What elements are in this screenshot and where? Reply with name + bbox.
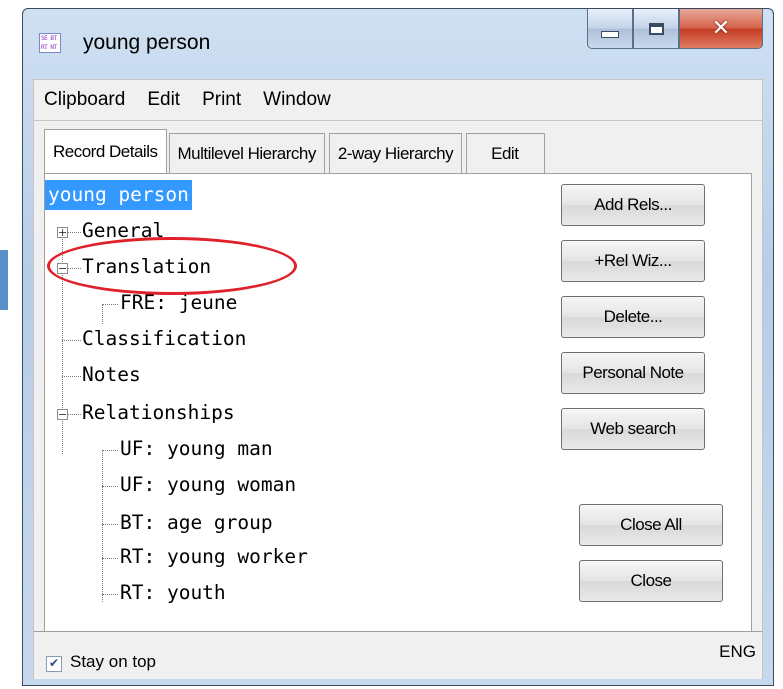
minimize-icon — [601, 31, 619, 38]
tree-node-relationship[interactable]: BT: age group — [120, 508, 273, 538]
tab-record-details[interactable]: Record Details — [44, 129, 167, 173]
collapse-icon[interactable]: − — [57, 409, 68, 420]
annotation-ellipse — [47, 237, 297, 295]
stay-on-top-checkbox[interactable]: ✔ — [46, 656, 62, 672]
tree-node-relationship[interactable]: UF: young woman — [120, 470, 296, 500]
tree-node-relationship[interactable]: UF: young man — [120, 434, 273, 464]
tree-connector — [102, 450, 118, 451]
tree-connector — [62, 340, 81, 341]
close-button[interactable]: Close — [579, 560, 723, 602]
menu-window[interactable]: Window — [263, 89, 331, 111]
tree-connector — [102, 524, 118, 525]
close-icon: ✕ — [711, 16, 731, 41]
tree-connector — [102, 486, 118, 487]
app-window: SE BT RT NT young person ✕ Clipboard Edi… — [22, 8, 774, 686]
tree-connector — [62, 376, 81, 377]
tree-root-node[interactable]: young person — [45, 180, 192, 210]
rel-wiz-button[interactable]: +Rel Wiz... — [561, 240, 705, 282]
tab-edit[interactable]: Edit — [466, 133, 546, 173]
add-rels-button[interactable]: Add Rels... — [561, 184, 705, 226]
tree-node-relationships[interactable]: Relationships — [82, 398, 235, 428]
tab-strip: Record Details Multilevel Hierarchy 2-wa… — [44, 129, 549, 173]
minimize-button[interactable] — [587, 9, 633, 49]
tree-connector — [102, 450, 103, 602]
app-icon: SE BT RT NT — [39, 33, 61, 53]
desktop-background-strip — [0, 250, 8, 310]
menu-edit[interactable]: Edit — [147, 89, 180, 111]
maximize-button[interactable] — [633, 9, 679, 49]
delete-button[interactable]: Delete... — [561, 296, 705, 338]
menu-print[interactable]: Print — [202, 89, 241, 111]
maximize-icon — [648, 22, 664, 35]
personal-note-button[interactable]: Personal Note — [561, 352, 705, 394]
tree-connector — [102, 304, 118, 305]
tree-connector — [68, 232, 81, 233]
tab-2way-hierarchy[interactable]: 2-way Hierarchy — [328, 133, 463, 173]
close-all-button[interactable]: Close All — [579, 504, 723, 546]
menu-bar: Clipboard Edit Print Window — [33, 79, 763, 121]
tab-multilevel-hierarchy[interactable]: Multilevel Hierarchy — [168, 133, 325, 173]
web-search-button[interactable]: Web search — [561, 408, 705, 450]
desktop-background — [0, 0, 24, 689]
close-window-button[interactable]: ✕ — [679, 9, 763, 49]
stay-on-top-label: Stay on top — [70, 652, 157, 671]
tree-node-notes[interactable]: Notes — [82, 360, 141, 390]
tree-node-relationship[interactable]: RT: youth — [120, 578, 226, 608]
menu-clipboard[interactable]: Clipboard — [44, 89, 125, 111]
expand-icon[interactable]: + — [57, 227, 68, 238]
window-title: young person — [83, 31, 211, 54]
tree-node-relationship[interactable]: RT: young worker — [120, 542, 308, 572]
language-indicator: ENG — [719, 642, 756, 661]
tree-connector — [102, 594, 118, 595]
tree-node-classification[interactable]: Classification — [82, 324, 246, 354]
window-controls: ✕ — [587, 9, 763, 49]
client-area: Record Details Multilevel Hierarchy 2-wa… — [33, 121, 763, 671]
tree-connector — [102, 305, 103, 324]
title-bar[interactable]: SE BT RT NT young person ✕ — [23, 9, 773, 79]
tree-connector — [102, 558, 118, 559]
tree-connector — [68, 414, 81, 415]
status-bar: ✔ Stay on top ENG — [33, 631, 763, 679]
